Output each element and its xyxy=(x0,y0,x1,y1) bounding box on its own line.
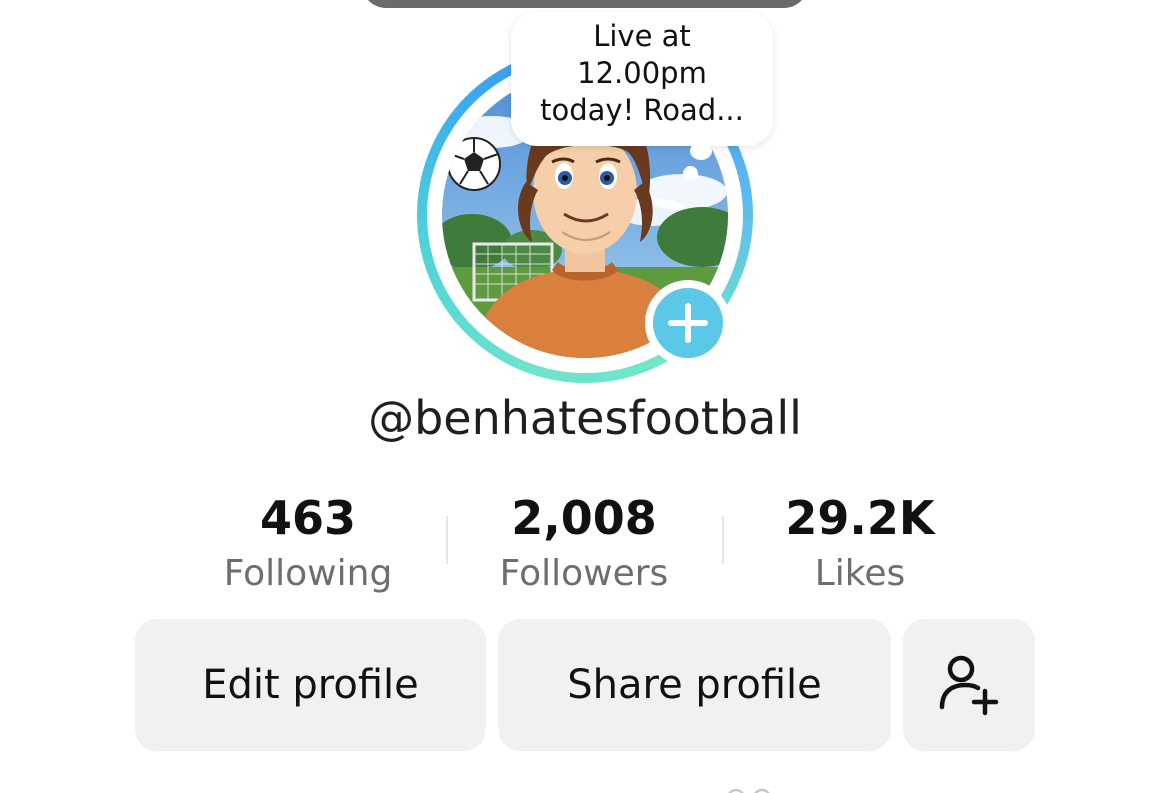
likes-label: Likes xyxy=(814,553,906,594)
stat-divider xyxy=(446,516,448,564)
person-add-icon xyxy=(939,655,999,716)
followers-count: 2,008 xyxy=(511,491,657,545)
following-count: 463 xyxy=(259,491,357,545)
following-label: Following xyxy=(223,553,393,594)
plus-icon xyxy=(668,303,708,343)
likes-count: 29.2K xyxy=(785,491,935,545)
add-friend-button[interactable] xyxy=(903,619,1035,751)
stat-divider xyxy=(722,516,724,564)
add-story-button[interactable] xyxy=(645,280,731,366)
stat-followers[interactable]: 2,008 Followers xyxy=(454,488,714,600)
profile-note-text: Live at 12.00pm today! Road... xyxy=(540,19,744,127)
followers-label: Followers xyxy=(499,553,669,594)
share-profile-button[interactable]: Share profile xyxy=(498,619,891,751)
stat-following[interactable]: 463 Following xyxy=(178,488,438,600)
profile-screen: Live at 12.00pm today! Road... @benhates… xyxy=(0,0,1170,793)
stat-likes[interactable]: 29.2K Likes xyxy=(730,488,990,600)
note-bubble-tail-large xyxy=(690,142,712,160)
profile-note-bubble[interactable]: Live at 12.00pm today! Road... xyxy=(511,12,773,146)
edit-profile-label: Edit profile xyxy=(202,662,419,708)
edit-profile-button[interactable]: Edit profile xyxy=(135,619,486,751)
username: @benhatesfootball xyxy=(368,391,802,445)
partial-icon-fragment xyxy=(728,788,770,793)
note-bubble-tail-small xyxy=(683,166,698,181)
top-handle-bar xyxy=(362,0,808,8)
share-profile-label: Share profile xyxy=(567,662,822,708)
